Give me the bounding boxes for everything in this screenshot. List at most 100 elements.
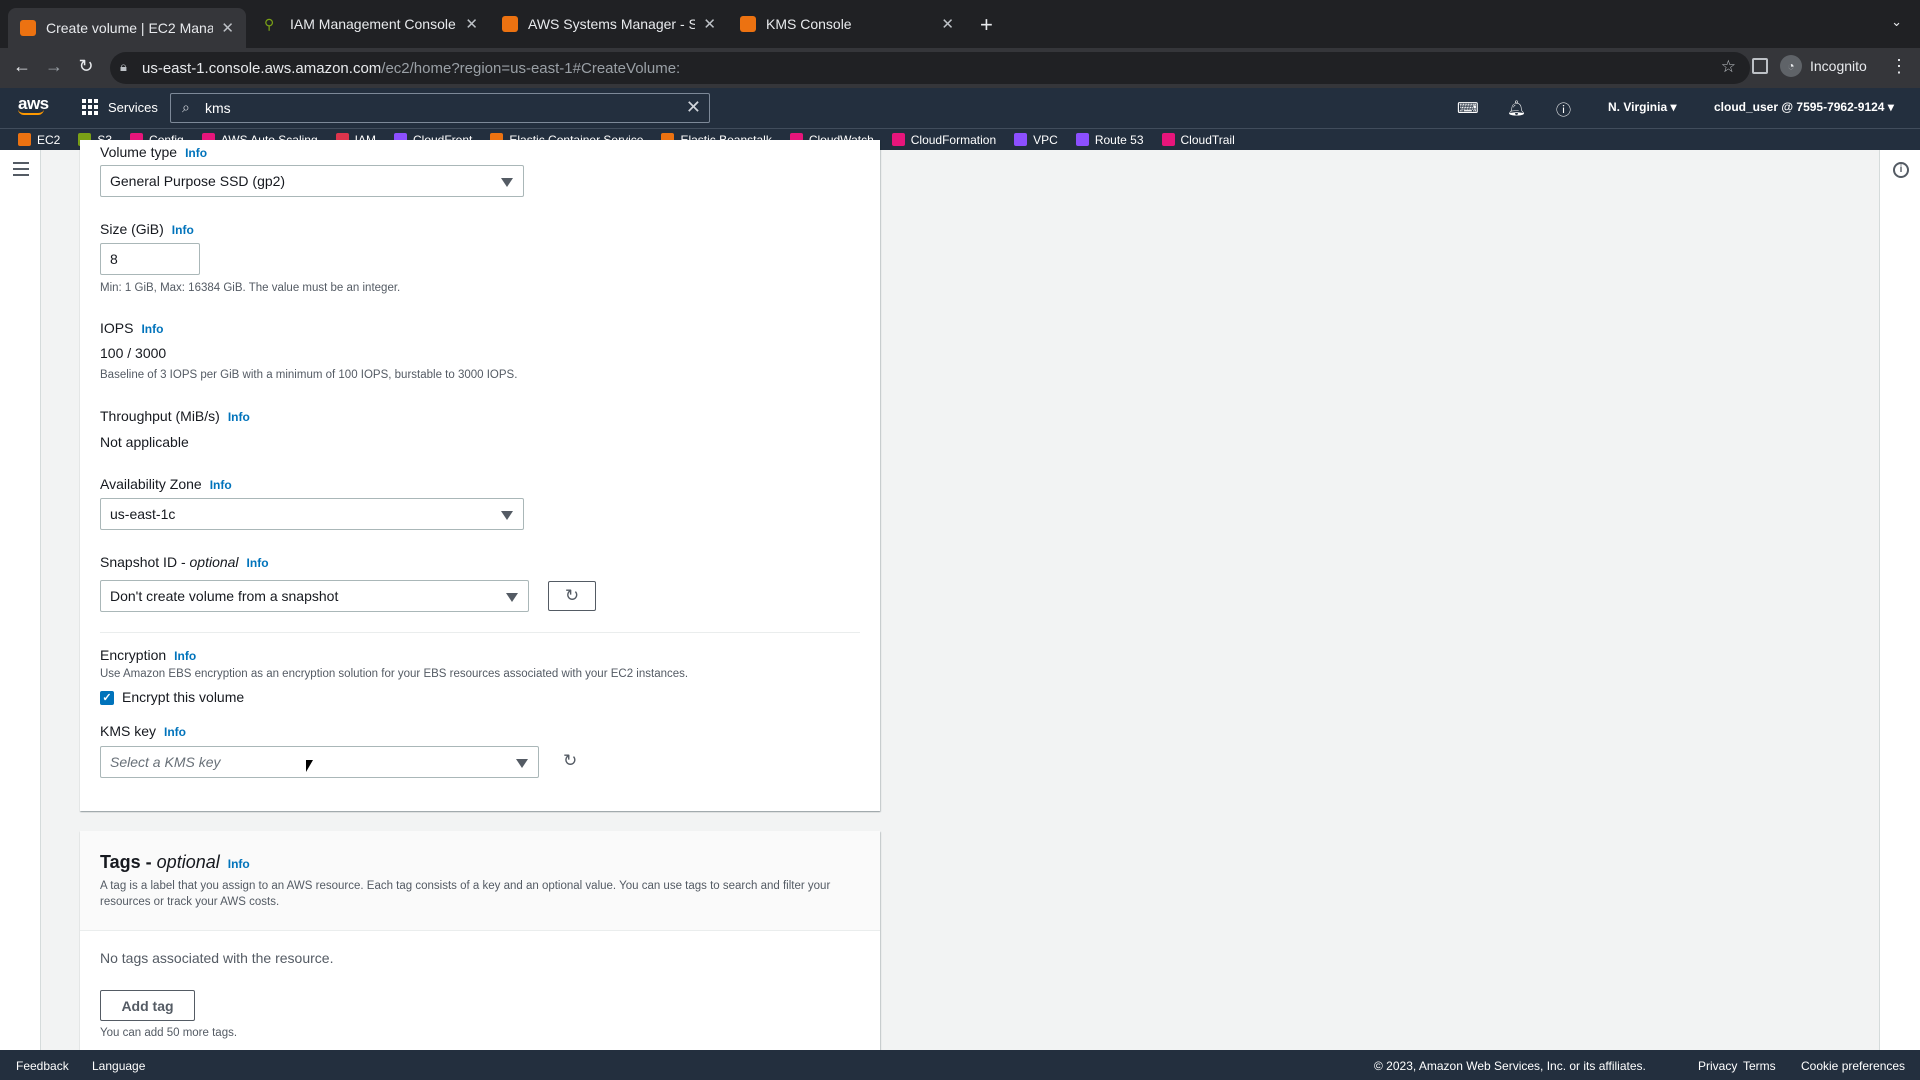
info-link[interactable]: Info [174,649,196,663]
kms-key-select[interactable]: Select a KMS key [100,746,539,778]
availability-zone-select[interactable]: us-east-1c [100,498,524,530]
favorite-ec2[interactable]: EC2 [18,133,60,147]
availability-zone-value: us-east-1c [110,506,176,522]
snapshot-id-label: Snapshot ID - optional Info [100,554,269,570]
account-label: cloud_user @ 7595-7962-9124 [1714,100,1885,114]
tags-panel: Tags - optional Info A tag is a label tha… [80,831,880,1051]
info-panel-icon[interactable]: i [1893,162,1909,178]
info-link[interactable]: Info [185,146,207,160]
aws-logo[interactable]: aws [18,94,49,115]
info-link[interactable]: Info [141,322,163,336]
browser-toolbar: ← → ↻ 🔒︎ us-east-1.console.aws.amazon.co… [0,48,1920,88]
info-link[interactable]: Info [164,725,186,739]
volume-type-label: Volume type Info [100,144,208,160]
section-divider [100,632,860,633]
reload-icon[interactable]: ↻ [74,56,98,77]
terms-link[interactable]: Terms [1743,1059,1776,1073]
language-link[interactable]: Language [92,1059,145,1073]
encrypt-volume-checkbox[interactable]: ✓ [100,691,114,705]
notifications-bell-icon[interactable]: 🔔︎ [1507,99,1526,117]
volume-type-select[interactable]: General Purpose SSD (gp2) [100,165,524,197]
kms-key-placeholder: Select a KMS key [110,754,221,770]
favorite-label: EC2 [37,132,61,147]
info-link[interactable]: Info [172,223,194,237]
dropdown-caret-icon [516,759,528,768]
encryption-label: Encryption Info [100,647,197,663]
aws-search-input[interactable] [205,98,665,118]
url-path: /ec2/home?region=us-east-1#CreateVolume: [381,60,681,77]
favorite-cloudformation[interactable]: CloudFormation [891,133,996,147]
favorite-cloudtrail[interactable]: CloudTrail [1161,133,1235,147]
chevron-down-icon: ▾ [1670,100,1677,114]
availability-zone-label: Availability Zone Info [100,476,232,492]
cloudshell-icon[interactable]: ⌨ [1457,99,1479,117]
favorite-route53[interactable]: Route 53 [1075,133,1144,147]
copyright-text: © 2023, Amazon Web Services, Inc. or its… [1374,1059,1646,1073]
favorite-vpc[interactable]: VPC [1014,133,1058,147]
back-arrow-icon[interactable]: ← [10,56,34,77]
close-tab-icon[interactable]: ✕ [213,19,234,37]
dropdown-caret-icon [501,178,513,187]
side-panel-icon[interactable] [1752,58,1768,74]
left-nav-rail [0,150,41,1050]
kms-key-label: KMS key Info [100,723,187,739]
iops-label: IOPS Info [100,320,164,336]
aws-search-box[interactable]: ⌕ ✕ [170,93,710,123]
favorite-label: VPC [1033,132,1058,147]
address-bar[interactable]: 🔒︎ us-east-1.console.aws.amazon.com/ec2/… [110,52,1750,84]
snapshot-id-value: Don't create volume from a snapshot [110,588,339,604]
tab-title: KMS Console [766,16,852,32]
volume-settings-panel: Volume type Info General Purpose SSD (gp2… [80,140,880,811]
refresh-icon: ↻ [564,586,580,605]
browser-menu-icon[interactable]: ⋮ [1890,56,1908,77]
incognito-indicator[interactable]: ◔ Incognito [1780,55,1867,77]
add-tag-button[interactable]: Add tag [100,990,195,1021]
tab-title: IAM Management Console [290,16,456,32]
clear-search-icon[interactable]: ✕ [686,97,701,118]
region-selector[interactable]: N. Virginia ▾ [1608,100,1677,114]
close-tab-icon[interactable]: ✕ [695,15,716,33]
browser-tab-iam[interactable]: ⚲ IAM Management Console ✕ [252,8,490,40]
feedback-link[interactable]: Feedback [16,1059,69,1073]
privacy-link[interactable]: Privacy [1698,1059,1737,1073]
menu-hamburger-icon[interactable] [13,162,29,180]
throughput-value: Not applicable [100,434,189,450]
incognito-label: Incognito [1810,58,1867,74]
right-help-rail: i [1879,150,1920,1050]
forward-arrow-icon[interactable]: → [42,56,66,77]
size-input[interactable]: 8 [100,243,200,275]
iops-hint: Baseline of 3 IOPS per GiB with a minimu… [100,369,518,381]
close-tab-icon[interactable]: ✕ [457,15,478,33]
browser-tab-kms[interactable]: KMS Console ✕ [728,8,966,40]
info-link[interactable]: Info [247,556,269,570]
help-icon[interactable]: ⓘ [1556,99,1571,120]
volume-type-value: General Purpose SSD (gp2) [110,173,286,189]
tags-remaining-hint: You can add 50 more tags. [100,1027,238,1039]
browser-tab-systems-manager[interactable]: AWS Systems Manager - Sessi ✕ [490,8,728,40]
chevron-down-icon: ▾ [1887,100,1894,114]
iops-value: 100 / 3000 [100,345,167,361]
cookie-preferences-link[interactable]: Cookie preferences [1801,1059,1905,1073]
bookmark-star-icon[interactable]: ☆ [1721,57,1736,77]
tab-search-chevron-icon[interactable]: ⌄ [1891,14,1902,30]
tags-empty-message: No tags associated with the resource. [100,950,334,966]
info-link[interactable]: Info [228,410,250,424]
iam-favicon-icon: ⚲ [264,16,275,32]
info-link[interactable]: Info [210,478,232,492]
info-link[interactable]: Info [228,857,250,871]
services-menu-button[interactable]: Services [82,99,158,115]
route53-service-icon [1075,133,1089,146]
cloudtrail-service-icon [1161,133,1175,146]
encrypt-volume-label[interactable]: Encrypt this volume [122,689,244,705]
new-tab-icon[interactable]: + [980,12,993,38]
services-label: Services [108,99,158,115]
refresh-snapshots-button[interactable]: ↻ [548,581,596,611]
console-footer: Feedback Language © 2023, Amazon Web Ser… [0,1050,1920,1080]
url-host: us-east-1.console.aws.amazon.com [142,60,382,77]
account-menu[interactable]: cloud_user @ 7595-7962-9124 ▾ [1714,100,1894,114]
snapshot-id-select[interactable]: Don't create volume from a snapshot [100,580,529,612]
refresh-kms-keys-icon[interactable]: ↻ [563,751,577,771]
browser-tab-create-volume[interactable]: Create volume | EC2 Managem ✕ [8,8,246,48]
close-tab-icon[interactable]: ✕ [933,15,954,33]
region-label: N. Virginia [1608,100,1668,114]
